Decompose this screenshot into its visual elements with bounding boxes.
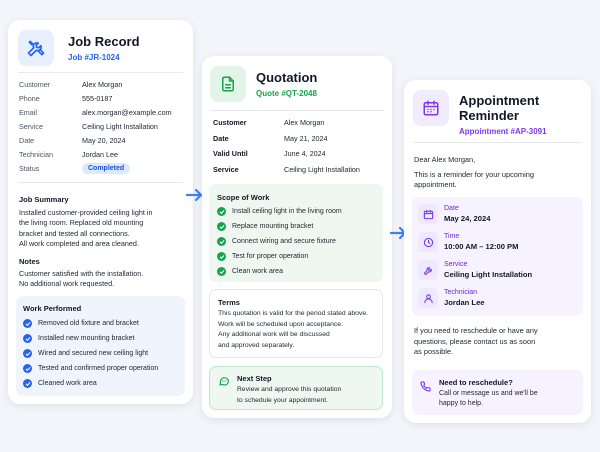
document-icon — [210, 66, 246, 102]
check-icon — [23, 319, 32, 328]
field-email: Email alex.morgan@example.com — [19, 107, 172, 117]
tools-icon — [18, 30, 54, 66]
detail-time: Time 10:00 AM – 12:00 PM — [418, 232, 532, 260]
next-step-title: Next Step — [237, 374, 272, 383]
terms-panel: Terms This quotation is valid for the pe… — [209, 289, 383, 358]
check-icon — [217, 267, 226, 276]
calendar-icon — [418, 204, 438, 224]
detail-service: Service Ceiling Light Installation — [418, 260, 532, 288]
work-performed-list: Removed old fixture and bracket Installe… — [23, 316, 158, 391]
field-date: Date May 21, 2024 — [213, 133, 328, 143]
field-status: Status Completed — [19, 162, 172, 176]
list-item: Clean work area — [217, 264, 342, 279]
check-icon — [23, 349, 32, 358]
check-icon — [217, 252, 226, 261]
check-icon — [217, 237, 226, 246]
appointment-number: Appointment #AP-3091 — [459, 127, 547, 136]
appointment-details-list: Date May 24, 2024 Time 10:00 AM – 12:00 PM… — [418, 204, 532, 316]
terms-title: Terms — [218, 298, 240, 307]
field-service: Service Ceiling Light Installation — [19, 121, 158, 131]
next-step-panel: Next Step Review and approve this quotat… — [209, 366, 383, 410]
scope-title: Scope of Work — [217, 193, 270, 202]
list-item: Test for proper operation — [217, 249, 342, 264]
work-performed-title: Work Performed — [23, 304, 82, 313]
next-step-text: Review and approve this quotation to sch… — [237, 386, 342, 404]
quotation-card: Quotation Quote #QT-2048 Customer Alex Mo… — [202, 56, 392, 418]
divider — [413, 142, 582, 143]
calendar-icon — [413, 90, 449, 126]
divider — [18, 182, 183, 183]
list-item: Installed new mounting bracket — [23, 331, 158, 346]
scope-of-work-panel: Scope of Work Install ceiling light in t… — [209, 184, 383, 282]
quotation-title: Quotation — [256, 70, 318, 85]
work-performed-panel: Work Performed Removed old fixture and b… — [16, 296, 185, 396]
appointment-details-panel: Date May 24, 2024 Time 10:00 AM – 12:00 PM… — [412, 197, 583, 316]
notes-text: Customer satisfied with the installation… — [19, 269, 144, 289]
list-item: Install ceiling light in the living room — [217, 204, 342, 219]
detail-technician: Technician Jordan Lee — [418, 288, 532, 316]
job-record-card: Job Record Job #JR-1024 Customer Alex Mor… — [8, 20, 193, 404]
scope-list: Install ceiling light in the living room… — [217, 204, 342, 279]
job-record-header: Job Record Job #JR-1024 — [18, 30, 140, 66]
phone-icon — [420, 379, 431, 397]
list-item: Replace mounting bracket — [217, 219, 342, 234]
job-summary-title: Job Summary — [19, 195, 69, 204]
divider — [210, 110, 384, 111]
quote-number: Quote #QT-2048 — [256, 89, 317, 98]
reschedule-text: If you need to reschedule or have any qu… — [414, 326, 538, 357]
need-to-reschedule-title: Need to reschedule? — [439, 378, 513, 387]
list-item: Removed old fixture and bracket — [23, 316, 158, 331]
appointment-title-line1: Appointment — [459, 93, 540, 108]
intro-text: This is a reminder for your upcoming app… — [414, 170, 534, 190]
field-customer: Customer Alex Morgan — [19, 79, 123, 89]
appointment-title-line2: Reminder — [459, 108, 519, 123]
check-icon — [23, 379, 32, 388]
notes-title: Notes — [19, 257, 40, 266]
appointment-header: Appointment Reminder Appointment #AP-309… — [413, 90, 547, 136]
list-item: Connect wiring and secure fixture — [217, 234, 342, 249]
need-to-reschedule-text: Call or message us and we'll be happy to… — [439, 390, 538, 408]
detail-date: Date May 24, 2024 — [418, 204, 532, 232]
job-fields: Customer Alex Morgan Phone 555-0187 Email a… — [19, 77, 172, 176]
need-to-reschedule-panel: Need to reschedule? Call or message us a… — [412, 370, 583, 415]
person-icon — [418, 288, 438, 308]
field-technician: Technician Jordan Lee — [19, 150, 118, 160]
wrench-icon — [418, 260, 438, 280]
greeting: Dear Alex Morgan, — [414, 155, 476, 164]
terms-text: This quotation is valid for the period s… — [218, 310, 368, 349]
appointment-reminder-card: Appointment Reminder Appointment #AP-309… — [404, 80, 591, 423]
check-icon — [217, 207, 226, 216]
check-icon — [23, 334, 32, 343]
divider — [18, 72, 183, 73]
list-item: Tested and confirmed proper operation — [23, 361, 158, 376]
check-icon — [217, 222, 226, 231]
field-customer: Customer Alex Morgan — [213, 118, 325, 128]
job-record-title: Job Record — [68, 34, 140, 49]
job-summary-text: Installed customer-provided ceiling ligh… — [19, 208, 153, 248]
status-badge: Completed — [82, 163, 131, 175]
clock-icon — [418, 232, 438, 252]
field-date: Date May 20, 2024 — [19, 135, 126, 145]
field-phone: Phone 555-0187 — [19, 93, 113, 103]
quote-fields: Customer Alex Morgan Date May 21, 2024 Val… — [213, 115, 360, 177]
check-icon — [23, 364, 32, 373]
field-valid-until: Valid Until June 4, 2024 — [213, 149, 326, 159]
list-item: Wired and secured new ceiling light — [23, 346, 158, 361]
list-item: Cleaned work area — [23, 376, 158, 391]
quotation-header: Quotation Quote #QT-2048 — [210, 66, 317, 102]
field-service: Service Ceiling Light Installation — [213, 164, 360, 174]
chat-icon — [218, 374, 230, 392]
job-number: Job #JR-1024 — [68, 53, 120, 62]
